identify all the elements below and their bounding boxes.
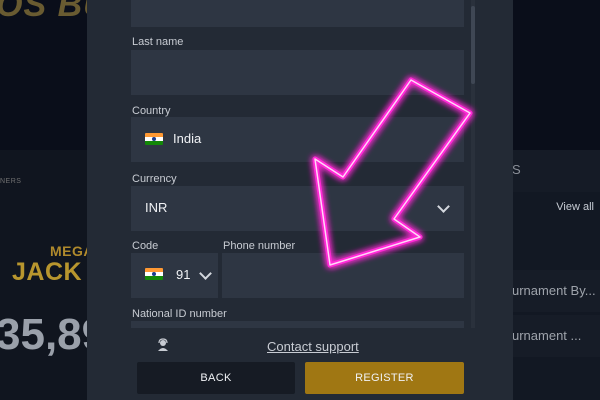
tournament-row[interactable]: urnament By... (512, 270, 600, 312)
currency-label: Currency (132, 173, 177, 185)
chevron-down-icon (199, 267, 212, 280)
support-agent-icon[interactable] (156, 338, 170, 352)
phone-code-value: 91 (176, 267, 191, 282)
code-label: Code (132, 240, 159, 252)
india-flag-icon (145, 133, 163, 145)
national-id-label: National ID number (132, 308, 227, 320)
country-select[interactable]: India (131, 117, 464, 162)
right-panel-header-text: S (512, 162, 521, 177)
last-name-label: Last name (132, 36, 184, 48)
national-id-input[interactable] (131, 321, 464, 328)
contact-support-link[interactable]: Contact support (267, 339, 359, 354)
currency-select[interactable]: INR (131, 186, 464, 231)
right-panel-header: S (512, 150, 600, 192)
view-all-link[interactable]: View all (556, 201, 594, 213)
background-right-panel: S View all urnament By... urnament ... (512, 150, 600, 400)
modal-scrollbar-thumb[interactable] (471, 6, 475, 84)
tournament-row-text: urnament By... (512, 283, 596, 298)
chevron-down-icon (437, 200, 450, 213)
phone-code-select[interactable]: 91 (131, 253, 218, 298)
tournament-row[interactable]: urnament ... (512, 315, 600, 357)
india-flag-icon (145, 268, 163, 280)
currency-value: INR (145, 200, 168, 215)
country-value: India (173, 131, 202, 146)
back-button[interactable]: BACK (137, 362, 295, 394)
register-button[interactable]: REGISTER (305, 362, 464, 394)
background-small-text: NERS (0, 178, 22, 185)
country-label: Country (132, 105, 171, 117)
jackpot-label: JACK (12, 258, 83, 286)
phone-number-input[interactable] (222, 253, 464, 298)
phone-number-label: Phone number (223, 240, 296, 252)
tournament-row-text: urnament ... (512, 328, 582, 343)
last-name-field[interactable] (131, 50, 464, 95)
first-name-field[interactable] (131, 0, 464, 27)
